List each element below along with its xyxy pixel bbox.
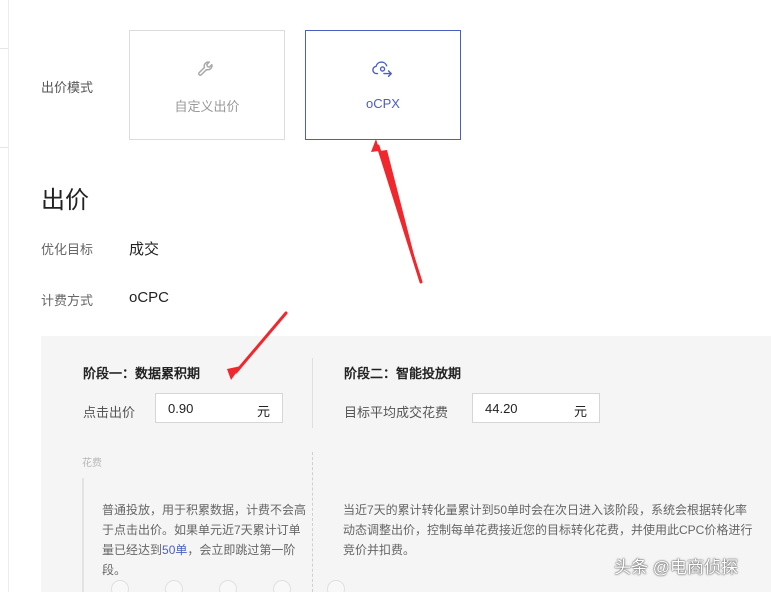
ocpx-label: oCPX <box>366 96 400 111</box>
custom-bid-option[interactable]: 自定义出价 <box>129 30 285 140</box>
stage2-description: 当近7天的累计转化量累计到50单时会在次日进入该阶段，系统会根据转化率动态调整出… <box>343 503 753 557</box>
stage-divider <box>312 358 313 428</box>
billing-method-label: 计费方式 <box>41 293 94 308</box>
stage2-title: 阶段二：智能投放期 <box>344 366 462 381</box>
fee-axis <box>82 478 84 592</box>
annotation-arrow-ocpx <box>371 139 421 282</box>
click-bid-label: 点击出价 <box>83 405 136 420</box>
left-tick-mark <box>0 48 8 49</box>
left-tick-mark <box>0 147 8 148</box>
bid-section-title: 出价 <box>41 187 89 214</box>
stage-boundary-dashed <box>312 452 313 592</box>
fee-label: 花费 <box>82 458 102 469</box>
ocpx-option[interactable]: oCPX <box>305 30 461 140</box>
click-bid-input[interactable]: 0.90 元 <box>155 393 283 423</box>
target-cost-unit: 元 <box>573 404 587 419</box>
stage1-description: 普通投放，用于积累数据，计费不会高于点击出价。如果单元近7天累计订单量已经达到5… <box>102 503 307 577</box>
cloud-arrow-icon <box>306 58 460 82</box>
target-cost-value: 44.20 <box>485 401 518 416</box>
order-threshold: 50单 <box>162 543 188 557</box>
stage1-title: 阶段一：数据累积期 <box>83 366 201 381</box>
billing-method-value: oCPC <box>129 289 170 306</box>
click-bid-value: 0.90 <box>168 401 194 416</box>
optimization-goal-label: 优化目标 <box>41 242 94 257</box>
bid-mode-label: 出价模式 <box>41 80 94 95</box>
optimization-goal-value: 成交 <box>129 241 160 258</box>
left-border <box>8 0 9 592</box>
wrench-icon <box>130 58 284 82</box>
custom-bid-label: 自定义出价 <box>174 99 240 114</box>
target-cost-label: 目标平均成交花费 <box>344 405 449 420</box>
target-cost-input[interactable]: 44.20 元 <box>472 393 600 423</box>
watermark: 头条 @电商侦探 <box>614 558 738 577</box>
curve-decoration <box>101 580 345 592</box>
click-bid-unit: 元 <box>256 404 270 419</box>
